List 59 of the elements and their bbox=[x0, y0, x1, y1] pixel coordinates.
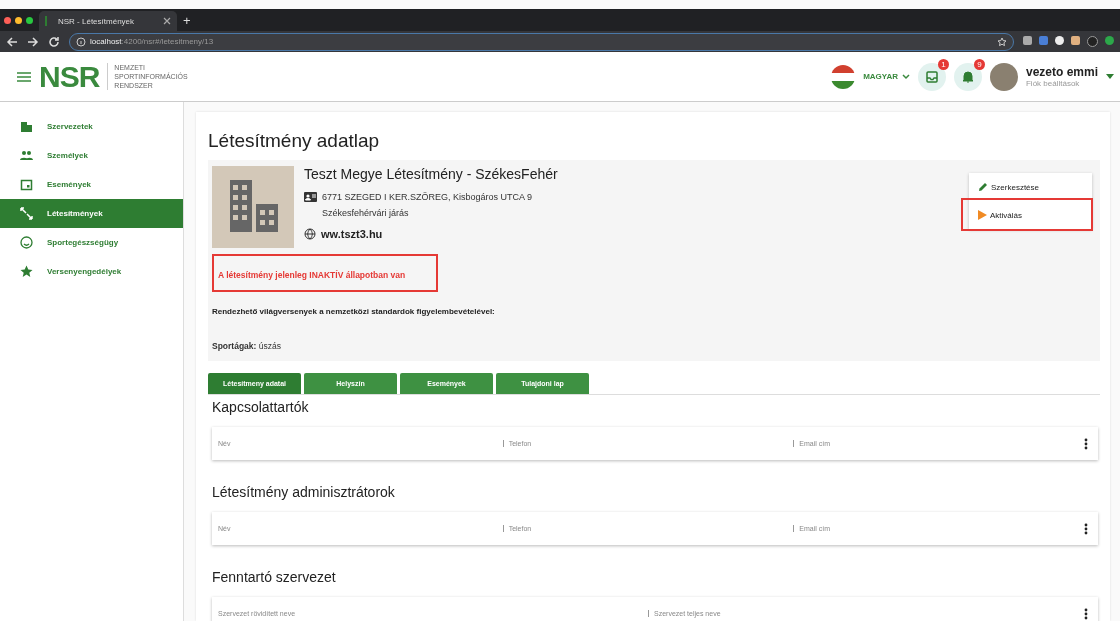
user-name: vezeto emmi bbox=[1025, 65, 1098, 79]
tab-title: NSR - Létesítmények bbox=[58, 16, 136, 26]
sidebar-item[interactable]: Személyek bbox=[0, 141, 183, 170]
more-options-icon[interactable] bbox=[1084, 607, 1088, 620]
status-notice: A létesítmény jelenleg INAKTÍV állapotban van bbox=[218, 270, 406, 280]
notification-badge: 9 bbox=[973, 58, 985, 70]
bell-icon bbox=[961, 70, 974, 83]
calendar-icon bbox=[20, 178, 33, 191]
more-options-icon[interactable] bbox=[1084, 437, 1088, 450]
website-link[interactable]: ww.tszt3.hu bbox=[321, 228, 383, 240]
inbox-icon bbox=[925, 70, 938, 83]
sidebar-item[interactable]: Versenyengedélyek bbox=[0, 257, 183, 286]
sidebar-item[interactable]: Szervezetek bbox=[0, 112, 183, 141]
reload-icon[interactable] bbox=[48, 35, 60, 48]
contact-card-icon bbox=[304, 192, 317, 202]
sidebar-item[interactable]: Sportegészségügy bbox=[0, 228, 183, 257]
more-options-icon[interactable] bbox=[1084, 522, 1088, 535]
browser-extension-icons[interactable] bbox=[1023, 36, 1114, 47]
account-settings-link[interactable]: Fiók beálltások bbox=[1025, 79, 1098, 88]
section-title: Kapcsolattartók bbox=[211, 398, 310, 417]
globe-icon bbox=[304, 228, 316, 240]
close-icon[interactable] bbox=[163, 17, 171, 25]
diagonal-arrows-icon bbox=[20, 207, 33, 220]
dropdown-caret-icon[interactable] bbox=[1106, 74, 1114, 79]
back-icon[interactable] bbox=[6, 35, 18, 48]
info-icon bbox=[76, 36, 86, 47]
browser-tab[interactable]: NSR - Létesítmények bbox=[39, 11, 177, 31]
forward-icon[interactable] bbox=[27, 35, 39, 48]
sidebar-item[interactable]: Események bbox=[0, 170, 183, 199]
page-title: Létesítmény adatlap bbox=[208, 129, 381, 153]
logo: NSR bbox=[39, 59, 100, 94]
district-text: Székesfehérvári járás bbox=[322, 208, 410, 218]
sports-text: Sportágak: úszás bbox=[212, 341, 282, 351]
notifications-button[interactable]: 9 bbox=[953, 62, 982, 91]
notification-badge: 1 bbox=[937, 58, 949, 70]
pencil-icon bbox=[978, 182, 988, 192]
section-title: Fenntartó szervezet bbox=[211, 568, 337, 587]
star-icon bbox=[20, 265, 33, 278]
menu-item[interactable]: Aktiválás bbox=[969, 201, 1092, 229]
chevron-down-icon bbox=[901, 73, 910, 80]
inbox-button[interactable]: 1 bbox=[917, 62, 946, 91]
play-icon bbox=[978, 210, 987, 220]
new-tab-button[interactable]: + bbox=[183, 12, 191, 28]
avatar[interactable] bbox=[989, 62, 1018, 91]
competitions-label: Rendezhető világversenyek a nemzetközi standardok figyelembevételével: bbox=[212, 307, 496, 316]
smiley-icon bbox=[20, 236, 33, 249]
window-controls[interactable] bbox=[4, 16, 33, 24]
address-bar[interactable]: localhost:4200/nsr#/letesitmeny/13 bbox=[69, 32, 1014, 51]
facility-name: Teszt Megye Létesítmény - SzékesFehér bbox=[304, 166, 559, 182]
language-selector[interactable]: MAGYAR bbox=[863, 72, 910, 81]
menu-item[interactable]: Szerkesztése bbox=[969, 173, 1092, 201]
people-icon bbox=[20, 149, 33, 162]
section-title: Létesítmény adminisztrátorok bbox=[211, 483, 396, 502]
bookmark-star-icon[interactable] bbox=[997, 36, 1007, 47]
address-text: 6771 SZEGED I KER.SZÖREG, Kisbogáros UTCA 9 bbox=[322, 192, 533, 202]
hungarian-flag-icon bbox=[831, 64, 856, 89]
menu-icon[interactable] bbox=[17, 71, 31, 82]
building-icon bbox=[20, 120, 33, 133]
sidebar-item[interactable]: Létesítmények bbox=[0, 199, 183, 228]
